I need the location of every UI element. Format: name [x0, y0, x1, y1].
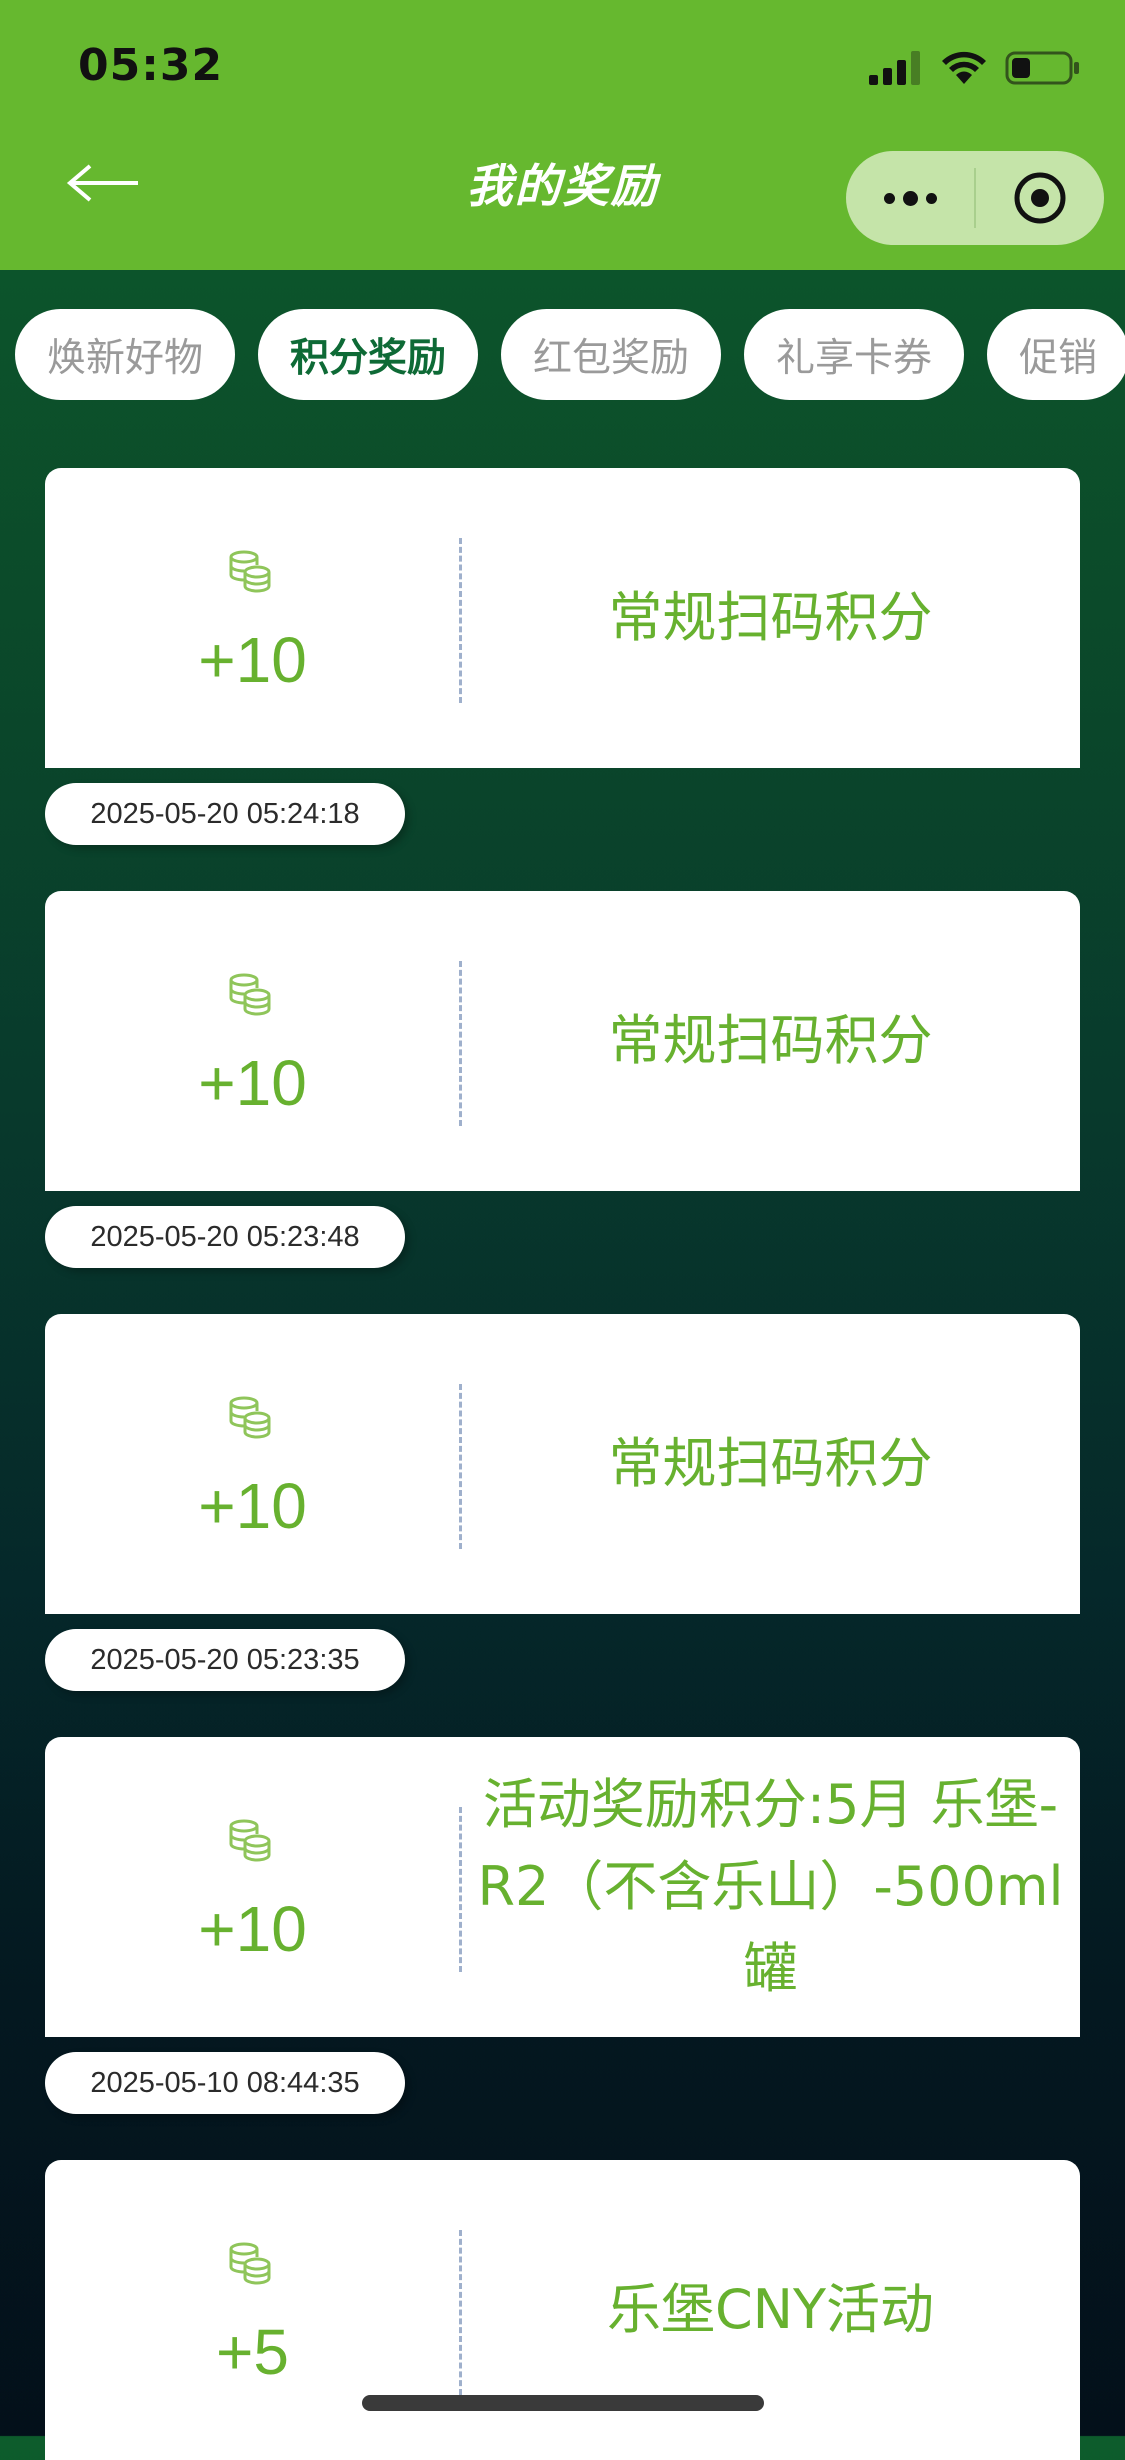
- reward-points-area: +10: [45, 1737, 460, 2037]
- reward-time: 2025-05-20 05:23:35: [45, 1629, 405, 1691]
- tab-renew-goods[interactable]: 焕新好物: [15, 309, 236, 400]
- reward-points: +10: [198, 1893, 307, 1965]
- reward-points: +10: [198, 1470, 307, 1542]
- tab-gift-coupons[interactable]: 礼享卡券: [744, 309, 965, 400]
- reward-title: 乐堡CNY活动: [606, 2278, 935, 2341]
- home-indicator: [362, 2395, 764, 2411]
- mini-program-capsule: [846, 151, 1104, 245]
- reward-points-area: +5: [45, 2160, 460, 2460]
- reward-card[interactable]: +5 乐堡CNY活动: [45, 2160, 1080, 2460]
- coins-icon: [229, 1396, 271, 1439]
- reward-points: +5: [216, 2316, 289, 2388]
- coins-icon: [229, 550, 271, 593]
- reward-card[interactable]: +10 常规扫码积分: [45, 1314, 1080, 1614]
- close-program-button[interactable]: [976, 151, 1104, 245]
- reward-points: +10: [198, 624, 307, 696]
- reward-card[interactable]: +10 常规扫码积分: [45, 891, 1080, 1191]
- reward-title: 常规扫码积分: [608, 1432, 933, 1495]
- reward-card[interactable]: +10 活动奖励积分:5月 乐堡-R2（不含乐山）-500ml罐: [45, 1737, 1080, 2037]
- more-button[interactable]: [846, 151, 974, 245]
- header-bar: 05:32 我的奖励: [0, 0, 1125, 270]
- coins-icon: [229, 2242, 271, 2285]
- coins-icon: [229, 1819, 271, 1862]
- reward-time: 2025-05-10 08:44:35: [45, 2052, 405, 2114]
- tab-redpacket-reward[interactable]: 红包奖励: [501, 309, 722, 400]
- reward-title: 常规扫码积分: [608, 1009, 933, 1072]
- status-time: 05:32: [78, 40, 224, 91]
- reward-points-area: +10: [45, 891, 460, 1191]
- reward-time: 2025-05-20 05:24:18: [45, 783, 405, 845]
- reward-points: +10: [198, 1047, 307, 1119]
- target-close-icon: [1014, 172, 1066, 224]
- tab-points-reward[interactable]: 积分奖励: [258, 309, 479, 400]
- coins-icon: [229, 973, 271, 1016]
- reward-time: 2025-05-20 05:23:48: [45, 1206, 405, 1268]
- wifi-icon: [942, 51, 986, 84]
- signal-icon: [869, 51, 920, 85]
- battery-icon: [1005, 51, 1079, 85]
- reward-tabs: 焕新好物 积分奖励 红包奖励 礼享卡券 促销: [15, 309, 1125, 400]
- reward-title: 常规扫码积分: [608, 586, 933, 649]
- more-dots-icon: [883, 190, 937, 206]
- reward-points-area: +10: [45, 1314, 460, 1614]
- reward-card[interactable]: +10 常规扫码积分: [45, 468, 1080, 768]
- reward-title: 活动奖励积分:5月 乐堡-R2（不含乐山）-500ml罐: [477, 1773, 1064, 2000]
- reward-points-area: +10: [45, 468, 460, 768]
- tab-promotion[interactable]: 促销: [987, 309, 1125, 400]
- status-icons: [869, 48, 1081, 88]
